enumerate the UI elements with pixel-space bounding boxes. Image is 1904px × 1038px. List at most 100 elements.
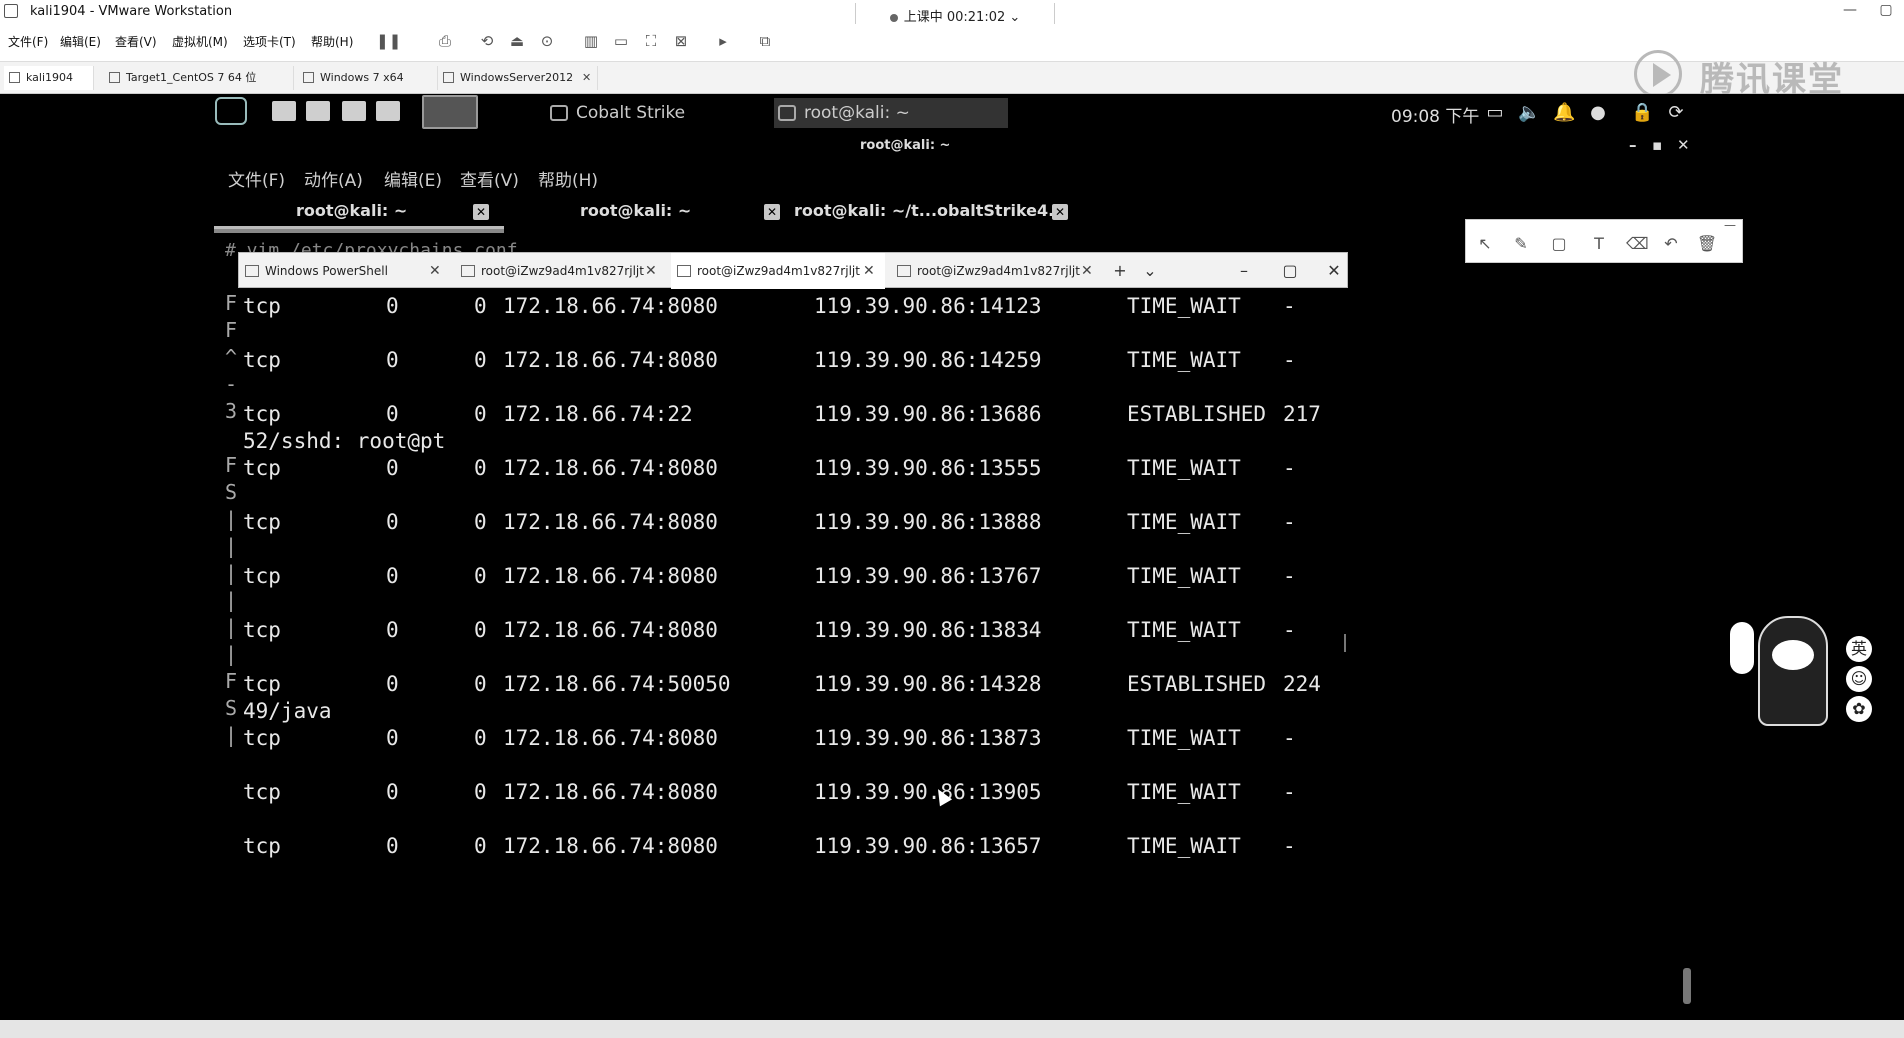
wt-minimize-button[interactable]: – <box>1229 253 1259 289</box>
close-icon[interactable]: ✕ <box>582 66 591 90</box>
terminal-launcher-icon[interactable] <box>342 101 366 121</box>
proto-cell: tcp <box>243 402 281 426</box>
tab-windows7[interactable]: Windows 7 x64 <box>298 66 438 90</box>
minimize-button[interactable]: — <box>1830 2 1870 18</box>
snapshot-restore-icon[interactable]: ⏏ <box>508 32 526 50</box>
ime-language-button[interactable]: 英 <box>1846 636 1872 662</box>
term-menu-help[interactable]: 帮助(H) <box>538 166 598 191</box>
wt-maximize-button[interactable]: ▢ <box>1275 253 1305 289</box>
speech-bubble <box>1730 622 1754 674</box>
term-menu-action[interactable]: 动作(A) <box>304 166 363 191</box>
lock-icon[interactable]: 🔒 <box>1631 102 1653 124</box>
unity-icon[interactable]: ⊠ <box>672 32 690 50</box>
library-view-icon[interactable]: ▥ <box>582 32 600 50</box>
undo-icon[interactable]: ↶ <box>1660 233 1682 255</box>
tab-target1-centos[interactable]: Target1_CentOS 7 64 位 <box>104 66 294 90</box>
trash-icon[interactable]: 🗑 <box>1696 233 1718 255</box>
menu-view[interactable]: 查看(V) <box>115 33 157 50</box>
wt-tab-powershell[interactable]: Windows PowerShell ✕ <box>239 253 449 289</box>
fullscreen-icon[interactable]: ⛶ <box>642 32 660 50</box>
wt-tab-ssh-3[interactable]: root@iZwz9ad4m1v827rjljt ✕ <box>891 253 1101 289</box>
tab-kali1904[interactable]: kali1904 <box>4 66 94 90</box>
power-icon[interactable]: ⟳ <box>1665 102 1687 124</box>
text-icon[interactable]: T <box>1588 233 1610 255</box>
sendq-cell: 0 <box>474 456 487 480</box>
thumbnail-view-icon[interactable]: ▭ <box>612 32 630 50</box>
recvq-cell: 0 <box>386 780 399 804</box>
close-icon[interactable]: ✕ <box>1081 253 1093 289</box>
close-icon[interactable]: ✕ <box>429 253 441 289</box>
terminal-tab-3[interactable]: root@kali: ~/t...obaltStrike4.0 ✕ <box>794 197 1080 229</box>
stretch-icon[interactable]: ⧉ <box>756 32 774 50</box>
state-cell: ESTABLISHED <box>1127 672 1267 696</box>
occluded-line-fragment: S <box>225 696 238 720</box>
menu-edit[interactable]: 编辑(E) <box>60 33 101 50</box>
send-keys-icon[interactable]: ⎙ <box>436 32 454 50</box>
recvq-cell: 0 <box>386 510 399 534</box>
foreign-address-cell: 119.39.90.86:13555 <box>814 456 1042 480</box>
wt-tab-ssh-2[interactable]: root@iZwz9ad4m1v827rjljt ✕ <box>671 253 885 289</box>
show-desktop-icon[interactable] <box>272 101 296 121</box>
snapshot-icon[interactable]: ⟲ <box>478 32 496 50</box>
close-tab-icon[interactable]: ✕ <box>764 204 780 220</box>
occluded-line-fragment: 3 <box>225 399 238 423</box>
foreign-address-cell: 119.39.90.86:13905 <box>814 780 1042 804</box>
taskbar-root-terminal[interactable]: root@kali: ~ <box>774 98 1008 128</box>
pen-icon[interactable]: ✎ <box>1510 233 1532 255</box>
terminal-close-button[interactable]: ✕ <box>1677 136 1690 154</box>
eraser-icon[interactable]: ⌫ <box>1626 233 1649 255</box>
vm-tab-icon <box>443 72 454 83</box>
menu-help[interactable]: 帮助(H) <box>311 33 353 50</box>
toolbar-minimize-icon[interactable]: — <box>1724 218 1736 232</box>
state-cell: TIME_WAIT <box>1127 618 1241 642</box>
tab-windowsserver2012[interactable]: WindowsServer2012 ✕ <box>438 66 598 90</box>
wt-close-button[interactable]: ✕ <box>1319 253 1349 289</box>
sendq-cell: 0 <box>474 618 487 642</box>
ime-skin-button[interactable]: ✿ <box>1846 696 1872 722</box>
taskbar-cobalt-strike[interactable]: Cobalt Strike <box>546 98 756 128</box>
file-manager-icon[interactable] <box>306 101 330 121</box>
console-icon[interactable]: ▸ <box>714 32 732 50</box>
tab-label: WindowsServer2012 <box>460 71 574 84</box>
close-tab-icon[interactable]: ✕ <box>473 204 489 220</box>
term-menu-edit[interactable]: 编辑(E) <box>384 166 442 191</box>
term-menu-file[interactable]: 文件(F) <box>228 166 285 191</box>
task-label: Cobalt Strike <box>576 103 686 123</box>
rectangle-icon[interactable]: ▢ <box>1548 233 1570 255</box>
wt-tab-ssh-1[interactable]: root@iZwz9ad4m1v827rjljt ✕ <box>455 253 665 289</box>
snapshot-manager-icon[interactable]: ⊙ <box>538 32 556 50</box>
menu-vm[interactable]: 虚拟机(M) <box>172 33 228 50</box>
close-icon[interactable]: ✕ <box>863 253 875 289</box>
ime-mascot-widget[interactable]: 英 ☺ ✿ <box>1730 610 1890 730</box>
notification-bell-icon[interactable]: 🔔 <box>1553 102 1575 124</box>
terminal-tab-2[interactable]: root@kali: ~ ✕ <box>524 197 784 229</box>
terminal-minimize-button[interactable]: – <box>1629 136 1637 154</box>
clock[interactable]: 09:08 下午 <box>1391 102 1479 127</box>
terminal-tab-1[interactable]: root@kali: ~ ✕ <box>214 197 504 229</box>
sendq-cell: 0 <box>474 780 487 804</box>
recording-dot-icon <box>889 13 898 22</box>
foreign-address-cell: 119.39.90.86:13873 <box>814 726 1042 750</box>
ime-emoji-button[interactable]: ☺ <box>1846 666 1872 692</box>
workspace-icon[interactable] <box>422 95 478 129</box>
pause-icon[interactable]: ❚❚ <box>376 32 401 50</box>
display-icon[interactable]: ▭ <box>1484 102 1506 124</box>
volume-icon[interactable]: 🔈 <box>1518 102 1540 124</box>
mascot-face <box>1772 640 1814 670</box>
close-tab-icon[interactable]: ✕ <box>1052 204 1068 220</box>
close-icon[interactable]: ✕ <box>645 253 657 289</box>
browser-launcher-icon[interactable] <box>376 101 400 121</box>
menu-file[interactable]: 文件(F) <box>8 33 48 50</box>
new-tab-icon[interactable]: + <box>1105 253 1135 289</box>
menu-tabs[interactable]: 选项卡(T) <box>243 33 296 50</box>
recvq-cell: 0 <box>386 726 399 750</box>
pointer-icon[interactable]: ↖ <box>1474 233 1496 255</box>
network-icon[interactable]: ● <box>1587 102 1609 124</box>
chevron-down-icon[interactable]: ⌄ <box>1135 253 1165 289</box>
maximize-button[interactable]: ▢ <box>1866 2 1904 18</box>
local-address-cell: 172.18.66.74:8080 <box>503 456 718 480</box>
scrollbar-thumb[interactable] <box>1683 968 1691 1004</box>
terminal-maximize-button[interactable]: ▪ <box>1652 136 1662 154</box>
kali-dragon-icon[interactable] <box>215 97 247 125</box>
term-menu-view[interactable]: 查看(V) <box>460 166 519 191</box>
